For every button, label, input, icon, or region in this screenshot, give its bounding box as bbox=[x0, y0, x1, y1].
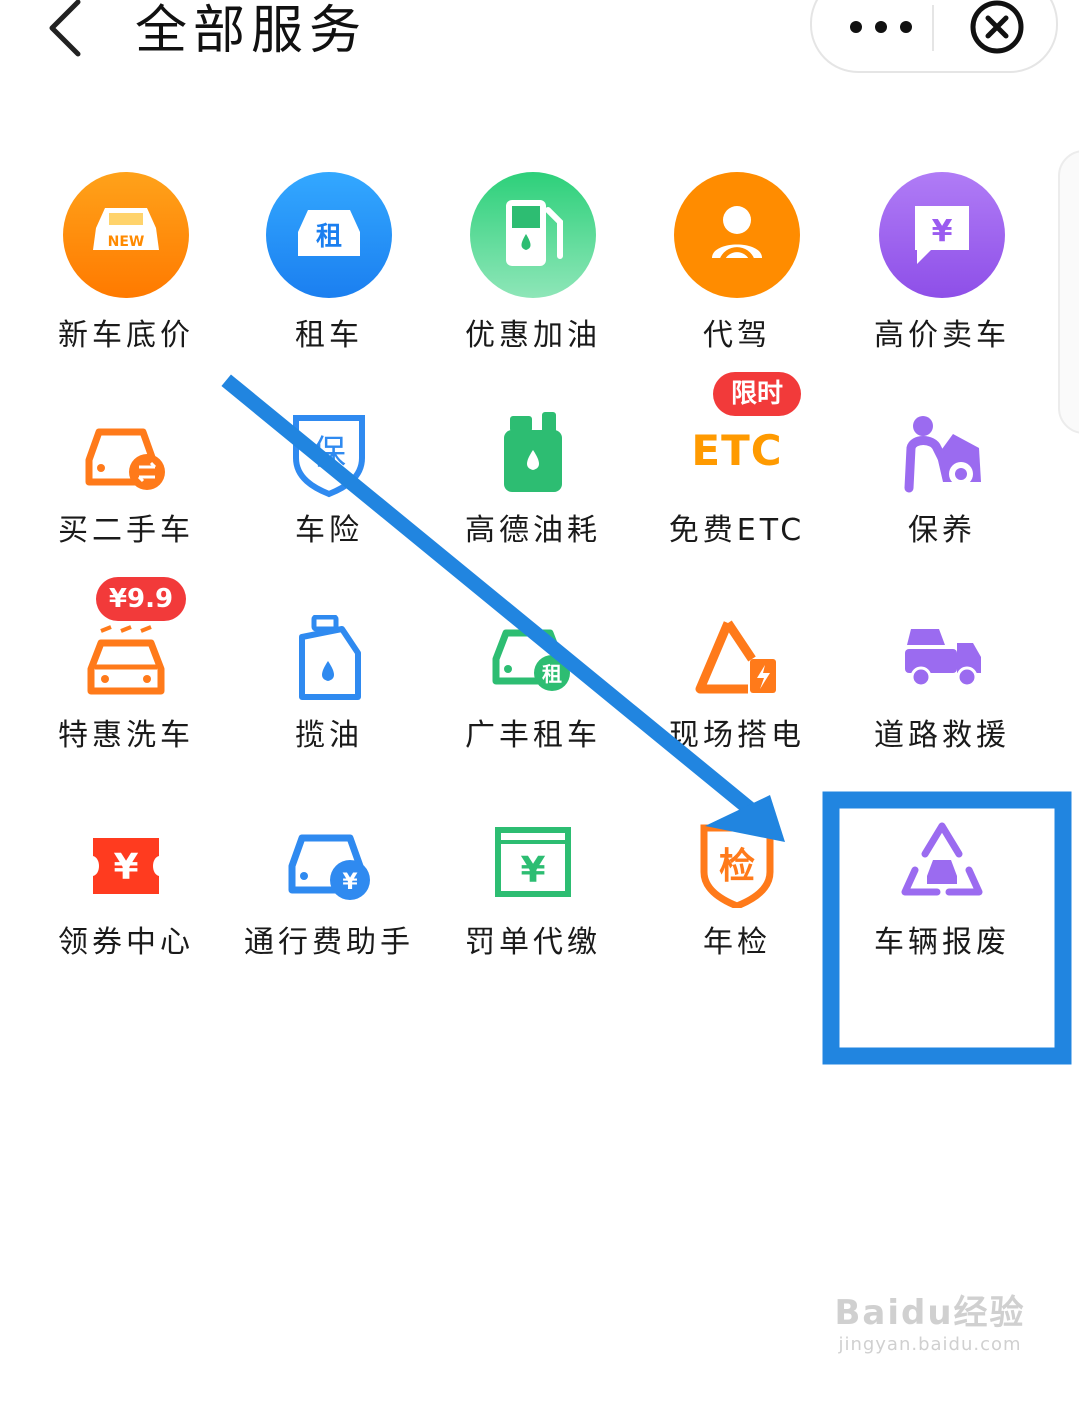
annotation-arrow-shaft bbox=[221, 374, 756, 816]
watermark-url: jingyan.baidu.com bbox=[838, 1334, 1022, 1355]
annotation-overlay bbox=[221, 374, 1072, 1065]
annotation-highlight-box bbox=[822, 791, 1072, 1065]
watermark: Baidu经验 jingyan.baidu.com bbox=[830, 1285, 1030, 1385]
watermark-brand: Baidu经验 bbox=[834, 1293, 1026, 1333]
